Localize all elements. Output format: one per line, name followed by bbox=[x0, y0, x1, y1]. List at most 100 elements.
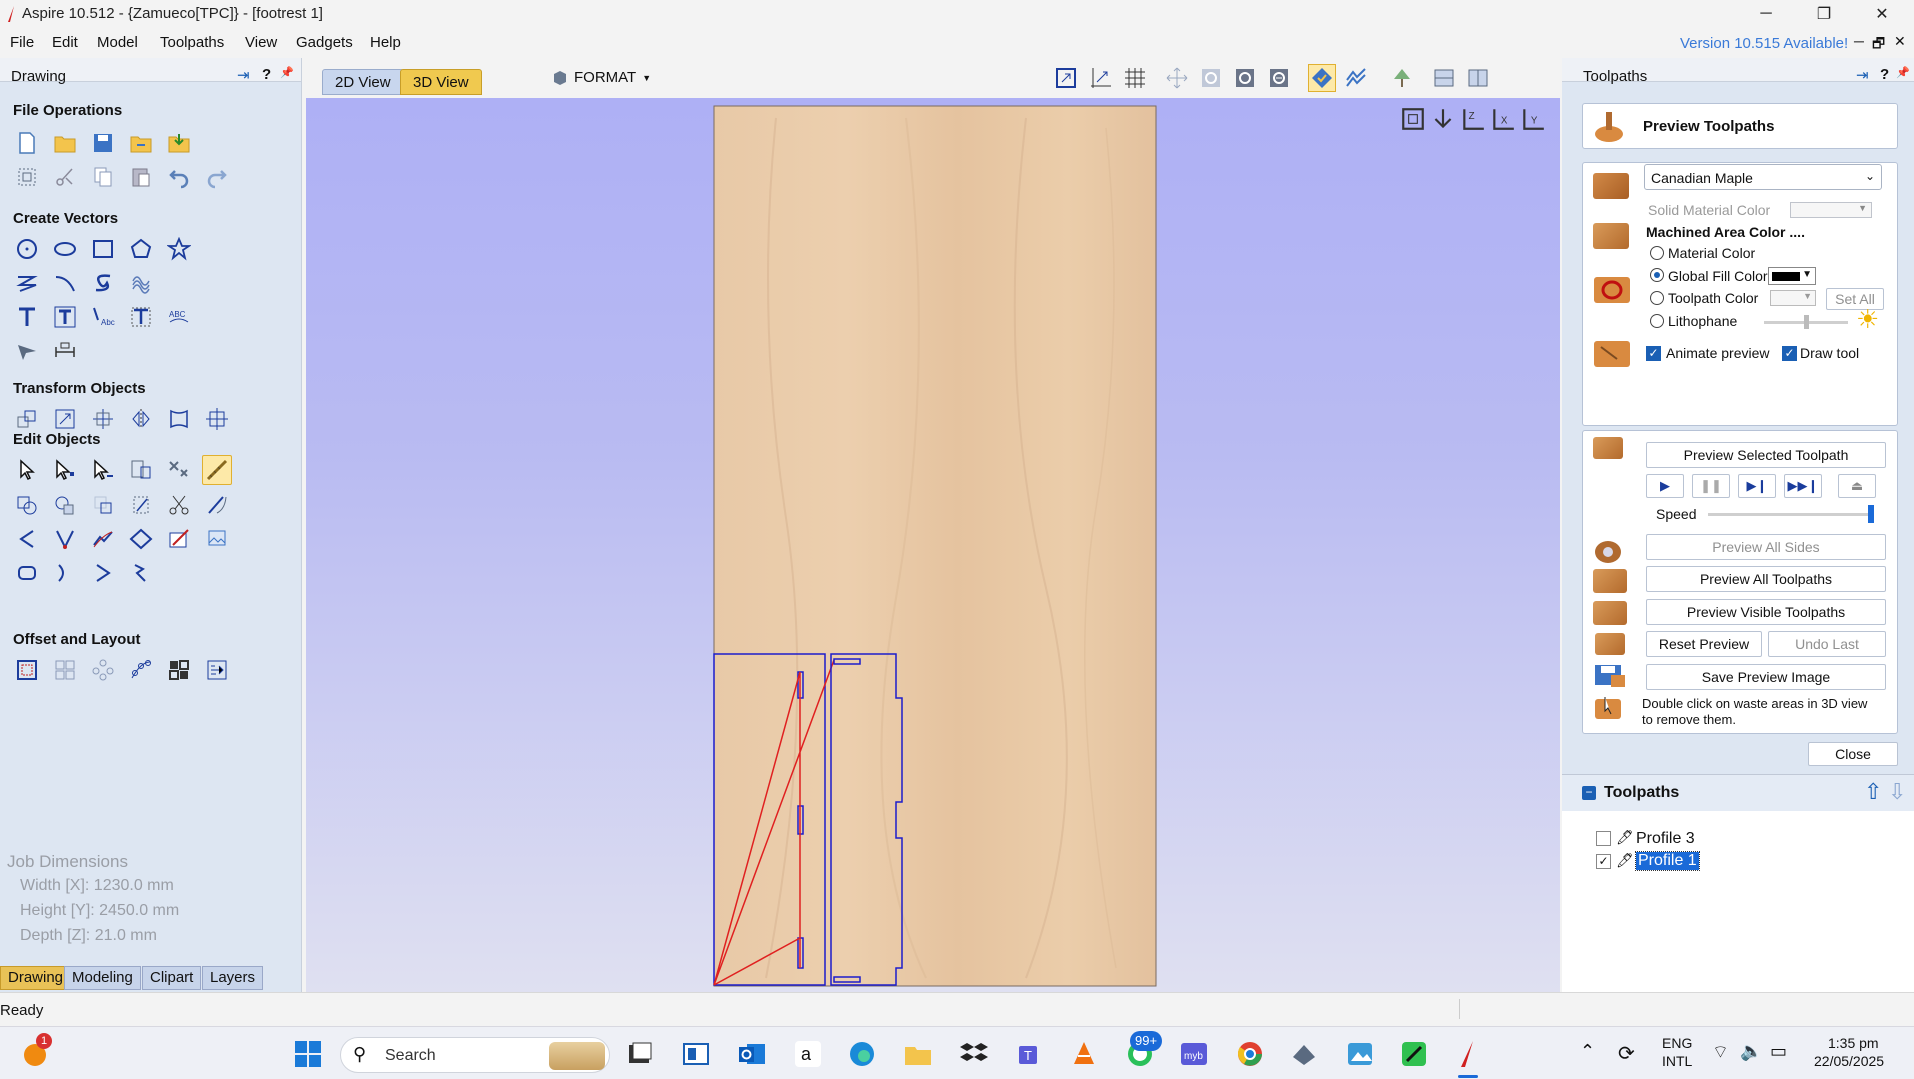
join-open-vector-icon[interactable] bbox=[88, 558, 118, 588]
shading-icon[interactable] bbox=[1388, 64, 1416, 92]
file-explorer-icon[interactable] bbox=[902, 1038, 934, 1070]
move-up-icon[interactable]: ⇧ bbox=[1864, 779, 1882, 805]
tab-3d-view[interactable]: 3D View bbox=[400, 69, 482, 95]
split-vertical-icon[interactable] bbox=[1464, 64, 1492, 92]
aspire-taskbar-icon[interactable] bbox=[1452, 1038, 1484, 1070]
new-file-icon[interactable] bbox=[12, 128, 42, 158]
draw-tool-checkbox[interactable]: ✓ bbox=[1782, 346, 1797, 361]
menu-toolpaths[interactable]: Toolpaths bbox=[160, 34, 224, 51]
smooth-icon[interactable] bbox=[126, 524, 156, 554]
view-zx-icon[interactable]: Z bbox=[1460, 106, 1486, 132]
clock-date[interactable]: 22/05/2025 bbox=[1814, 1053, 1884, 1069]
teams-icon[interactable]: T bbox=[1014, 1038, 1046, 1070]
interactive-select-icon[interactable] bbox=[88, 455, 118, 485]
cut-icon[interactable] bbox=[50, 162, 80, 192]
undo-icon[interactable] bbox=[164, 162, 194, 192]
speed-slider-thumb[interactable] bbox=[1867, 505, 1874, 523]
dimension-arrow-icon[interactable] bbox=[12, 336, 42, 366]
draw-circle-icon[interactable] bbox=[12, 234, 42, 264]
text-arc-icon[interactable]: ABC bbox=[164, 302, 194, 332]
vlc-icon[interactable] bbox=[1068, 1038, 1100, 1070]
play-button[interactable]: ▶ bbox=[1646, 474, 1684, 498]
auto-layout-icon[interactable] bbox=[202, 655, 232, 685]
view-xy-icon[interactable]: Y bbox=[1520, 106, 1546, 132]
move-icon[interactable] bbox=[12, 404, 42, 434]
view-top-icon[interactable] bbox=[1430, 106, 1456, 132]
radio-material-color[interactable] bbox=[1650, 246, 1664, 260]
angle-icon[interactable] bbox=[12, 524, 42, 554]
vcarve-app-icon[interactable] bbox=[1398, 1038, 1430, 1070]
format-dropdown[interactable]: FORMAT ▼ bbox=[552, 69, 651, 86]
toolpath-color-picker[interactable]: ▼ bbox=[1770, 290, 1816, 306]
volume-icon[interactable]: 🔈 bbox=[1740, 1041, 1762, 1062]
reset-preview-button[interactable]: Reset Preview bbox=[1646, 631, 1762, 657]
language-line1[interactable]: ENG bbox=[1662, 1035, 1692, 1051]
menu-help[interactable]: Help bbox=[370, 34, 401, 51]
toolpath-vectors-icon[interactable] bbox=[1342, 64, 1370, 92]
windows-start-icon[interactable] bbox=[292, 1038, 324, 1070]
skip-to-end-button[interactable]: ▶▶❙ bbox=[1784, 474, 1822, 498]
menu-view[interactable]: View bbox=[245, 34, 277, 51]
speed-slider[interactable] bbox=[1708, 505, 1874, 523]
chrome-icon[interactable] bbox=[1234, 1038, 1266, 1070]
menu-edit[interactable]: Edit bbox=[52, 34, 78, 51]
toolpath-checkbox-profile-3[interactable] bbox=[1596, 831, 1611, 846]
nesting-icon[interactable] bbox=[164, 655, 194, 685]
preview-all-toolpaths-button[interactable]: Preview All Toolpaths bbox=[1646, 566, 1886, 592]
zoom-extents-icon[interactable] bbox=[1052, 64, 1080, 92]
preview-selected-toolpath-button[interactable]: Preview Selected Toolpath bbox=[1646, 442, 1886, 468]
snap-icon[interactable] bbox=[1087, 64, 1115, 92]
view-zy-icon[interactable]: X bbox=[1490, 106, 1516, 132]
tab-layers[interactable]: Layers bbox=[202, 966, 264, 990]
draw-ellipse-icon[interactable] bbox=[50, 234, 80, 264]
zoom-out-icon[interactable] bbox=[1265, 64, 1293, 92]
stop-button[interactable]: ⏏ bbox=[1838, 474, 1876, 498]
draw-polyline-icon[interactable] bbox=[12, 268, 42, 298]
auto-layout-text-icon[interactable] bbox=[50, 302, 80, 332]
fillet-icon[interactable] bbox=[126, 490, 156, 520]
job-setup-icon[interactable] bbox=[12, 162, 42, 192]
draw-polygon-icon[interactable] bbox=[126, 234, 156, 264]
show-hidden-icons[interactable]: ⌃ bbox=[1580, 1041, 1595, 1062]
clock-time[interactable]: 1:35 pm bbox=[1828, 1035, 1879, 1051]
draw-arc-icon[interactable] bbox=[50, 268, 80, 298]
view-iso-icon[interactable] bbox=[1400, 106, 1426, 132]
zoom-in-icon[interactable] bbox=[1231, 64, 1259, 92]
image-trace-icon[interactable] bbox=[202, 524, 232, 554]
unpin-icon[interactable]: ⇥ bbox=[237, 66, 250, 84]
global-fill-color-picker[interactable]: ▼ bbox=[1768, 267, 1816, 285]
menu-file[interactable]: File bbox=[10, 34, 34, 51]
split-horizontal-icon[interactable] bbox=[1430, 64, 1458, 92]
menu-gadgets[interactable]: Gadgets bbox=[296, 34, 353, 51]
3d-viewport[interactable]: Z X Y bbox=[306, 98, 1560, 992]
toolpath-checkbox-profile-1[interactable]: ✓ bbox=[1596, 854, 1611, 869]
unpin-icon[interactable]: ⇥ bbox=[1856, 66, 1869, 84]
intersect-icon[interactable] bbox=[88, 490, 118, 520]
node-edit-icon[interactable] bbox=[50, 455, 80, 485]
offset-icon[interactable] bbox=[12, 655, 42, 685]
close-window-button[interactable]: ✕ bbox=[1854, 0, 1910, 28]
tab-modeling[interactable]: Modeling bbox=[64, 966, 141, 990]
help-icon[interactable]: ? bbox=[262, 66, 271, 83]
myob-icon[interactable]: myb bbox=[1178, 1038, 1210, 1070]
text-box-icon[interactable] bbox=[126, 302, 156, 332]
import-file-icon[interactable] bbox=[164, 128, 194, 158]
task-view-icon[interactable] bbox=[624, 1038, 656, 1070]
dropbox-icon[interactable] bbox=[958, 1038, 990, 1070]
version-available-link[interactable]: Version 10.515 Available! bbox=[1680, 35, 1848, 52]
minimize-button[interactable]: ─ bbox=[1738, 0, 1794, 28]
draw-star-icon[interactable] bbox=[164, 234, 194, 264]
text-on-curve-icon[interactable]: Abc bbox=[88, 302, 118, 332]
widgets-app-icon[interactable] bbox=[680, 1038, 712, 1070]
save-file-icon[interactable] bbox=[88, 128, 118, 158]
preview-all-sides-button[interactable]: Preview All Sides bbox=[1646, 534, 1886, 560]
draw-curve-icon[interactable] bbox=[88, 268, 118, 298]
maximize-button[interactable]: ❐ bbox=[1796, 0, 1852, 28]
edge-browser-icon[interactable] bbox=[846, 1038, 878, 1070]
paste-icon[interactable] bbox=[126, 162, 156, 192]
tab-drawing[interactable]: Drawing bbox=[0, 966, 72, 990]
cut-app-icon[interactable] bbox=[1288, 1038, 1320, 1070]
pan-icon[interactable] bbox=[1163, 64, 1191, 92]
close-preview-button[interactable]: Close bbox=[1808, 742, 1898, 766]
delete-selection-icon[interactable] bbox=[164, 455, 194, 485]
